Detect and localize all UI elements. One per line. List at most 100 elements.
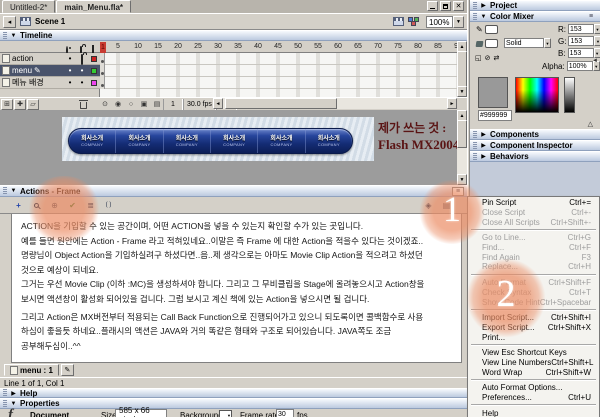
disclosure-triangle-icon[interactable]: ▶ [480, 153, 487, 160]
fill-color-swatch[interactable] [485, 39, 498, 48]
disclosure-triangle-icon[interactable]: ▼ [10, 33, 17, 39]
brightness-slider[interactable] [564, 77, 575, 113]
insert-layer-folder-button[interactable]: ▱ [27, 99, 39, 110]
scroll-down-icon[interactable]: ▼ [457, 174, 467, 185]
stage-menu-button[interactable]: 회사소개COMPANY [163, 129, 210, 153]
layer-row[interactable]: menu✎•• [0, 65, 100, 77]
behaviors-panel-header[interactable]: ▶ Behaviors [470, 151, 600, 162]
layer-row[interactable]: action• [0, 53, 100, 65]
layer-row[interactable]: 메뉴 배경•• [0, 77, 100, 89]
alpha-input[interactable] [567, 61, 593, 71]
b-input[interactable] [568, 48, 594, 58]
add-action-button[interactable]: + [12, 199, 25, 211]
stage-menu-button[interactable]: 회사소개COMPANY [69, 129, 115, 153]
background-color-swatch[interactable]: ▼ [219, 410, 232, 417]
insert-layer-button[interactable]: ⊞ [1, 99, 13, 110]
add-motion-guide-button[interactable]: ✚ [14, 99, 26, 110]
script-pane[interactable]: ACTION을 기입할 수 있는 공간이며, 어떤 ACTION을 넣을 수 있… [11, 214, 462, 363]
collapse-arrow-icon[interactable]: △ [588, 120, 593, 128]
frames-grid[interactable] [100, 53, 457, 97]
actions-panel-header[interactable]: ▼ Actions - Frame ≡ [0, 185, 467, 197]
onion-skin-button[interactable]: ◉ [112, 99, 124, 110]
timeline-vertical-scrollbar[interactable]: ▲ ▼ [457, 41, 467, 97]
menu-item[interactable]: View Line NumbersCtrl+Shift+L [469, 358, 598, 368]
show-code-hint-button[interactable]: ( ) [102, 199, 115, 211]
lock-icon[interactable] [80, 43, 82, 51]
project-panel-header[interactable]: ▶ Project [470, 0, 600, 11]
close-icon[interactable]: ✕ [453, 1, 464, 11]
minimize-icon[interactable] [427, 1, 438, 11]
layer-outline-color-swatch[interactable] [91, 56, 97, 62]
layer-visibility-toggle[interactable]: • [66, 67, 74, 75]
panel-options-menu-button[interactable]: ≡ [585, 12, 597, 21]
menu-item[interactable]: Import Script...Ctrl+Shift+I [469, 313, 598, 323]
default-colors-icon[interactable]: ◱ [475, 54, 482, 62]
back-button[interactable]: ◂ [3, 16, 16, 28]
spinner-icon[interactable]: ▼ [594, 24, 600, 34]
menu-item[interactable]: Word WrapCtrl+Shift+W [469, 367, 598, 377]
outline-icon[interactable] [92, 43, 94, 51]
menu-item[interactable]: Print... [469, 332, 598, 342]
spinner-icon[interactable]: ▼ [594, 48, 600, 58]
fill-style-select[interactable]: Solid ▼ [504, 38, 551, 48]
hex-color-input[interactable] [478, 110, 512, 121]
layer-visibility-toggle[interactable]: • [66, 79, 74, 87]
menu-item[interactable]: Find AgainF3 [469, 252, 598, 262]
document-tab-untitled[interactable]: Untitled-2* [2, 0, 55, 13]
chevron-down-icon[interactable]: ▼ [453, 16, 464, 28]
script-tab[interactable]: menu : 1 [4, 364, 59, 376]
menu-item[interactable]: Find...Ctrl+F [469, 243, 598, 253]
menu-item[interactable]: Auto FormatCtrl+Shift+F [469, 278, 598, 288]
menu-item[interactable]: Close All ScriptsCtrl+Shift+- [469, 217, 598, 227]
stage-vertical-scrollbar[interactable]: ▲ ▼ [457, 110, 467, 185]
menu-item[interactable]: Close ScriptCtrl+- [469, 208, 598, 218]
layer-outline-color-swatch[interactable] [91, 68, 97, 74]
check-syntax-button[interactable]: ✔ [66, 199, 79, 211]
restore-icon[interactable] [440, 1, 451, 11]
scroll-left-icon[interactable]: ◄ [213, 98, 223, 109]
playhead[interactable]: 1 [100, 42, 106, 53]
menu-item[interactable]: Check SyntaxCtrl+T [469, 288, 598, 298]
menu-item[interactable]: Auto Format Options... [469, 383, 598, 393]
timeline-horizontal-scrollbar[interactable]: ◄ ► [213, 98, 457, 109]
menu-item[interactable]: Show Code HintCtrl+Spacebar [469, 297, 598, 307]
fill-color-tool[interactable] [476, 39, 498, 48]
color-mixer-panel-header[interactable]: ▼ Color Mixer ≡ [470, 11, 600, 22]
layer-outline-color-swatch[interactable] [91, 80, 97, 86]
disclosure-triangle-icon[interactable]: ▼ [480, 14, 487, 20]
auto-format-button[interactable]: ≣ [84, 199, 97, 211]
frame-1-column[interactable] [100, 53, 105, 89]
onion-skin-outlines-button[interactable]: ○ [125, 99, 137, 110]
layer-lock-toggle[interactable] [78, 55, 86, 63]
menu-item[interactable]: Preferences...Ctrl+U [469, 393, 598, 403]
no-color-icon[interactable]: ⊘ [485, 54, 491, 62]
stage-canvas[interactable]: 회사소개COMPANY회사소개COMPANY회사소개COMPANY회사소개COM… [62, 117, 374, 161]
debug-options-button[interactable]: ◈ [422, 199, 435, 211]
find-button[interactable] [30, 199, 43, 211]
stage-menu-bar-graphic[interactable]: 회사소개COMPANY회사소개COMPANY회사소개COMPANY회사소개COM… [68, 128, 353, 154]
disclosure-triangle-icon[interactable]: ▶ [480, 2, 487, 9]
chevron-down-icon[interactable]: ▼ [544, 38, 551, 48]
zoom-level-select[interactable]: 100% ▼ [426, 16, 464, 28]
g-input[interactable] [568, 36, 594, 46]
menu-item[interactable]: View Esc Shortcut Keys [469, 348, 598, 358]
panel-options-menu-button[interactable]: ≡ [452, 187, 464, 196]
slider-arrow-icon[interactable]: ◄ [592, 58, 598, 64]
layer-lock-toggle[interactable]: • [78, 67, 86, 75]
frame-rate-display[interactable]: 30.0 fps [183, 99, 216, 110]
stage-menu-button[interactable]: 회사소개COMPANY [115, 129, 162, 153]
edit-scene-icon[interactable] [393, 17, 404, 26]
frame-ruler[interactable]: 51015202530354045505560657075808590 [100, 41, 457, 53]
component-inspector-panel-header[interactable]: ▶ Component Inspector [470, 140, 600, 151]
disclosure-triangle-icon[interactable]: ▼ [10, 188, 17, 194]
menu-item[interactable]: Export Script...Ctrl+Shift+X [469, 323, 598, 333]
stage-menu-button[interactable]: 회사소개COMPANY [210, 129, 257, 153]
stroke-color-tool[interactable]: ✎ [476, 25, 498, 34]
edit-symbols-icon[interactable] [408, 17, 420, 27]
disclosure-triangle-icon[interactable]: ▶ [480, 131, 487, 138]
center-frame-button[interactable]: ⊙ [99, 99, 111, 110]
disclosure-triangle-icon[interactable]: ▶ [480, 142, 487, 149]
view-options-button[interactable]: ▤ [440, 199, 453, 211]
scroll-down-icon[interactable]: ▼ [457, 86, 467, 97]
scroll-right-icon[interactable]: ► [447, 98, 457, 109]
